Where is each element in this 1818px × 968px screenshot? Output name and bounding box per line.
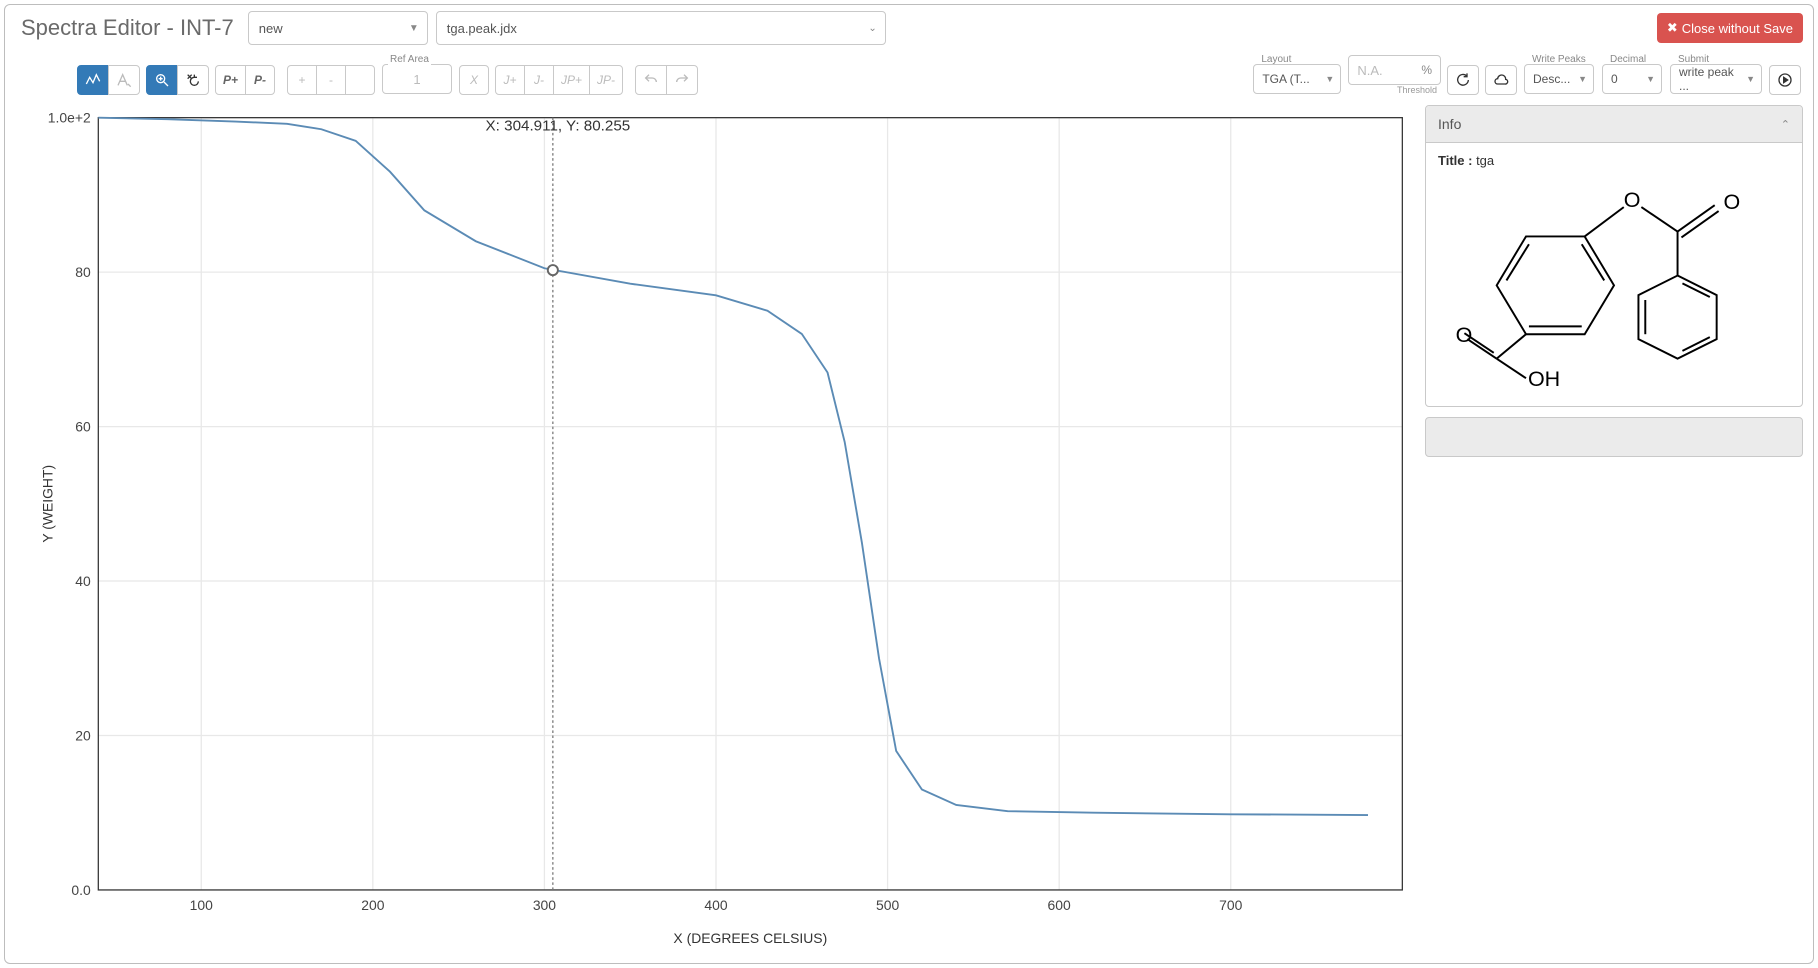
chevron-up-icon: ⌃ (1781, 118, 1790, 131)
info-panel: Info ⌃ Title : tga (1425, 105, 1803, 407)
run-button[interactable] (1769, 65, 1801, 95)
svg-text:X: 304.911, Y: 80.255: X: 304.911, Y: 80.255 (486, 117, 631, 134)
chart[interactable]: 100 200 300 400 500 600 700 0.0 20 40 60 80 1.0e+2 X:… (35, 105, 1415, 953)
svg-text:400: 400 (704, 897, 727, 913)
svg-text:700: 700 (1219, 897, 1242, 913)
info-panel-header[interactable]: Info ⌃ (1426, 106, 1802, 143)
close-icon: ✖ (1667, 20, 1678, 36)
write-peaks-select[interactable]: Desc...▼ (1524, 64, 1594, 94)
j-plus-button[interactable]: J+ (495, 65, 525, 95)
peak-add-button[interactable]: P+ (215, 65, 246, 95)
plus-button[interactable]: + (287, 65, 317, 95)
peak-remove-button[interactable]: P- (245, 65, 275, 95)
threshold-unit: % (1413, 63, 1440, 77)
threshold-input[interactable] (1349, 56, 1413, 84)
submit-select[interactable]: write peak ...▼ (1670, 64, 1762, 94)
j-minus-button[interactable]: J- (524, 65, 554, 95)
svg-text:0.0: 0.0 (71, 882, 91, 898)
spectrum-view-button[interactable] (77, 65, 109, 95)
text-tool-button[interactable] (108, 65, 140, 95)
zoom-button[interactable] (146, 65, 178, 95)
ref-area-legend: Ref Area (388, 54, 431, 65)
jp-minus-button[interactable]: JP- (589, 65, 623, 95)
undo-button[interactable] (635, 65, 667, 95)
spectrum-select[interactable]: new ▼ (248, 11, 428, 45)
svg-text:20: 20 (75, 728, 91, 744)
svg-text:O: O (1624, 188, 1641, 212)
svg-text:OH: OH (1528, 367, 1560, 391)
svg-text:80: 80 (75, 264, 91, 280)
svg-text:500: 500 (876, 897, 899, 913)
svg-text:Y (WEIGHT): Y (WEIGHT) (40, 465, 56, 543)
blank-button[interactable] (345, 65, 375, 95)
svg-text:40: 40 (75, 573, 91, 589)
svg-text:X (DEGREES CELSIUS): X (DEGREES CELSIUS) (673, 930, 827, 946)
svg-text:1.0e+2: 1.0e+2 (48, 110, 91, 126)
collapsed-panel[interactable] (1425, 417, 1803, 457)
redo-button[interactable] (666, 65, 698, 95)
layout-select[interactable]: TGA (T...▼ (1253, 64, 1341, 94)
svg-text:100: 100 (190, 897, 213, 913)
info-title-value: tga (1476, 153, 1494, 168)
threshold-label: Threshold (1397, 85, 1441, 95)
close-without-save-button[interactable]: ✖ Close without Save (1657, 13, 1803, 43)
ref-area-input[interactable] (382, 64, 452, 94)
svg-text:O: O (1456, 323, 1473, 347)
page-title: Spectra Editor - INT-7 (15, 11, 240, 45)
svg-text:60: 60 (75, 419, 91, 435)
reset-zoom-button[interactable] (177, 65, 209, 95)
svg-text:300: 300 (533, 897, 556, 913)
cloud-button[interactable] (1485, 65, 1517, 95)
svg-text:O: O (1724, 190, 1741, 214)
minus-button[interactable]: - (316, 65, 346, 95)
molecule-structure: O O O OH (1438, 168, 1790, 396)
jp-plus-button[interactable]: JP+ (553, 65, 590, 95)
refresh-button[interactable] (1447, 65, 1479, 95)
svg-text:200: 200 (361, 897, 384, 913)
x-button[interactable]: X (459, 65, 489, 95)
decimal-select[interactable]: 0▼ (1602, 64, 1662, 94)
file-select[interactable]: tga.peak.jdx ⌄ (436, 11, 886, 45)
svg-text:600: 600 (1048, 897, 1071, 913)
info-title-label: Title : (1438, 153, 1472, 168)
